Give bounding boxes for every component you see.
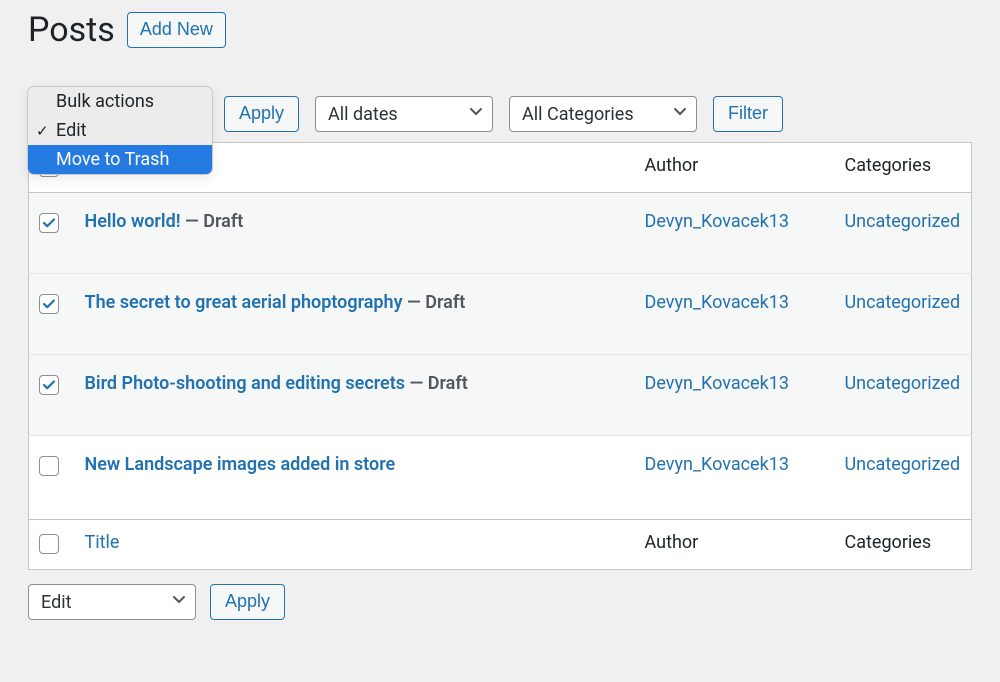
bulk-action-dropdown[interactable]: Bulk actionsEditMove to Trash xyxy=(27,86,213,175)
post-status: — xyxy=(403,292,426,313)
add-new-button[interactable]: Add New xyxy=(127,12,226,47)
table-row: Hello world! — Draft Devyn_Kovacek13 Uncat… xyxy=(29,193,972,274)
post-title-link[interactable]: The secret to great aerial phoptography xyxy=(85,292,403,313)
table-row: Bird Photo-shooting and editing secrets … xyxy=(29,355,972,436)
bulk-action-bottom-value: Edit xyxy=(41,592,71,613)
post-title-link[interactable]: Bird Photo-shooting and editing secrets xyxy=(85,373,406,394)
bulk-action-option[interactable]: Move to Trash xyxy=(28,145,212,174)
page-title: Posts xyxy=(28,10,115,50)
apply-top-button[interactable]: Apply xyxy=(224,96,299,131)
post-status-label: Draft xyxy=(425,292,465,313)
category-link[interactable]: Uncategorized xyxy=(845,373,961,394)
author-link[interactable]: Devyn_Kovacek13 xyxy=(645,454,789,475)
table-footer-row: Title Author Categories xyxy=(29,520,972,570)
col-categories-footer: Categories xyxy=(835,520,972,570)
author-link[interactable]: Devyn_Kovacek13 xyxy=(645,373,789,394)
category-link[interactable]: Uncategorized xyxy=(845,292,961,313)
table-row: The secret to great aerial phoptography … xyxy=(29,274,972,355)
post-status-label: Draft xyxy=(428,373,468,394)
col-author-header: Author xyxy=(635,143,835,193)
post-title-link[interactable]: Hello world! xyxy=(85,211,181,232)
row-checkbox[interactable] xyxy=(39,294,59,314)
post-status-label: Draft xyxy=(203,211,243,232)
chevron-down-icon xyxy=(672,104,688,125)
col-title-footer[interactable]: Title xyxy=(85,532,120,553)
bulk-action-bottom-select[interactable]: Edit xyxy=(28,584,196,620)
dates-select-value: All dates xyxy=(328,104,398,125)
select-all-checkbox-bottom[interactable] xyxy=(39,534,59,554)
categories-select[interactable]: All Categories xyxy=(509,96,697,132)
category-link[interactable]: Uncategorized xyxy=(845,211,961,232)
col-author-footer: Author xyxy=(635,520,835,570)
chevron-down-icon xyxy=(468,104,484,125)
post-status: — xyxy=(405,373,428,394)
row-checkbox[interactable] xyxy=(39,213,59,233)
category-link[interactable]: Uncategorized xyxy=(845,454,961,475)
filter-button[interactable]: Filter xyxy=(713,96,783,131)
row-checkbox[interactable] xyxy=(39,375,59,395)
post-status: — xyxy=(181,211,204,232)
apply-bottom-button[interactable]: Apply xyxy=(210,584,285,619)
page-header: Posts Add New xyxy=(28,10,972,50)
author-link[interactable]: Devyn_Kovacek13 xyxy=(645,292,789,313)
author-link[interactable]: Devyn_Kovacek13 xyxy=(645,211,789,232)
post-title-link[interactable]: New Landscape images added in store xyxy=(85,454,396,475)
row-checkbox[interactable] xyxy=(39,456,59,476)
bulk-action-option[interactable]: Edit xyxy=(28,116,212,145)
bulk-action-option[interactable]: Bulk actions xyxy=(28,87,212,116)
categories-select-value: All Categories xyxy=(522,104,634,125)
dates-select[interactable]: All dates xyxy=(315,96,493,132)
posts-table: Title Author Categories Hello world! — D… xyxy=(28,142,972,570)
col-categories-header: Categories xyxy=(835,143,972,193)
table-row: New Landscape images added in store Devyn… xyxy=(29,436,972,520)
bottom-actions: Edit Apply xyxy=(28,584,972,620)
chevron-down-icon xyxy=(171,592,187,613)
